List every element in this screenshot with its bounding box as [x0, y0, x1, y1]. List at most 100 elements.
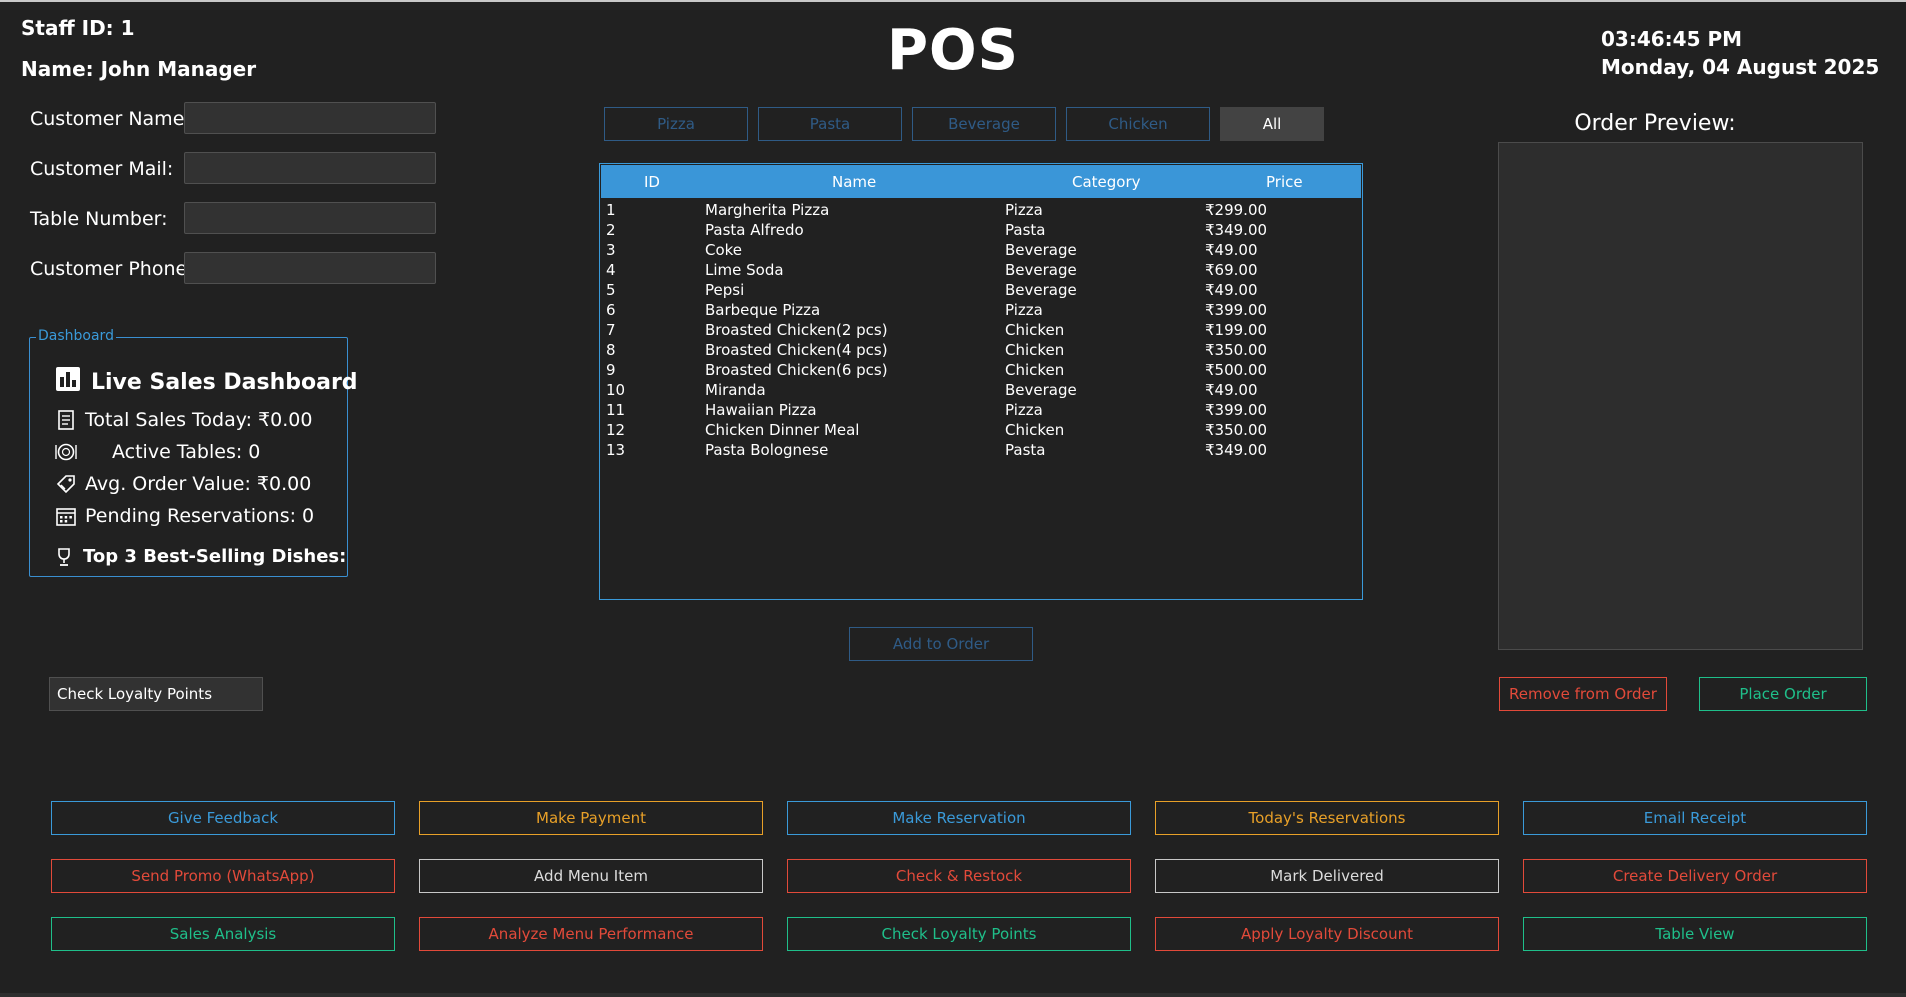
- table-number-input[interactable]: [184, 202, 436, 234]
- make-payment-button[interactable]: Make Payment: [419, 801, 763, 835]
- table-row[interactable]: 5 Pepsi Beverage ₹49.00: [600, 280, 1360, 300]
- check-loyalty-points-button[interactable]: Check Loyalty Points: [787, 917, 1131, 951]
- todays-reservations-button[interactable]: Today's Reservations: [1155, 801, 1499, 835]
- send-promo-button[interactable]: Send Promo (WhatsApp): [51, 859, 395, 893]
- cell-id: 9: [606, 361, 616, 379]
- place-order-button[interactable]: Place Order: [1699, 677, 1867, 711]
- calendar-icon: [55, 505, 77, 527]
- table-view-button[interactable]: Table View: [1523, 917, 1867, 951]
- category-beverage-button[interactable]: Beverage: [912, 107, 1056, 141]
- cell-category: Pasta: [1005, 441, 1046, 459]
- column-header-price[interactable]: Price: [1266, 173, 1303, 191]
- check-loyalty-points-small-button[interactable]: Check Loyalty Points: [49, 677, 263, 711]
- total-sales-text: Total Sales Today: ₹0.00: [85, 409, 313, 431]
- email-receipt-button[interactable]: Email Receipt: [1523, 801, 1867, 835]
- cell-id: 3: [606, 241, 616, 259]
- apply-loyalty-discount-button[interactable]: Apply Loyalty Discount: [1155, 917, 1499, 951]
- active-tables-text: Active Tables: 0: [112, 441, 261, 463]
- avg-order-text: Avg. Order Value: ₹0.00: [85, 473, 312, 495]
- analyze-menu-performance-button[interactable]: Analyze Menu Performance: [419, 917, 763, 951]
- cell-price: ₹399.00: [1205, 401, 1268, 419]
- tag-icon: [55, 473, 77, 495]
- customer-phone-input[interactable]: [184, 252, 436, 284]
- order-preview-list[interactable]: [1498, 142, 1863, 650]
- menu-table[interactable]: ID Name Category Price 1 Margherita Pizza…: [599, 163, 1363, 600]
- bar-chart-icon: [55, 366, 81, 398]
- cell-id: 12: [606, 421, 626, 439]
- table-row[interactable]: 4 Lime Soda Beverage ₹69.00: [600, 260, 1360, 280]
- category-pasta-button[interactable]: Pasta: [758, 107, 902, 141]
- cell-name: Miranda: [705, 381, 766, 399]
- cell-price: ₹349.00: [1205, 441, 1268, 459]
- category-chicken-button[interactable]: Chicken: [1066, 107, 1210, 141]
- pending-reservations-text: Pending Reservations: 0: [85, 505, 315, 527]
- sales-analysis-button[interactable]: Sales Analysis: [51, 917, 395, 951]
- cell-price: ₹49.00: [1205, 381, 1258, 399]
- column-header-name[interactable]: Name: [832, 173, 876, 191]
- menu-table-header: ID Name Category Price: [601, 165, 1361, 198]
- add-to-order-button[interactable]: Add to Order: [849, 627, 1033, 661]
- table-row[interactable]: 2 Pasta Alfredo Pasta ₹349.00: [600, 220, 1360, 240]
- top-dishes-text: Top 3 Best-Selling Dishes:: [83, 546, 347, 567]
- clock-date: Monday, 04 August 2025: [1601, 55, 1880, 79]
- category-all-button[interactable]: All: [1220, 107, 1324, 141]
- table-row[interactable]: 12 Chicken Dinner Meal Chicken ₹350.00: [600, 420, 1360, 440]
- cell-id: 8: [606, 341, 616, 359]
- table-row[interactable]: 10 Miranda Beverage ₹49.00: [600, 380, 1360, 400]
- window-bottom-border: [0, 993, 1906, 997]
- active-tables-row: Active Tables: 0: [55, 441, 260, 463]
- customer-name-input[interactable]: [184, 102, 436, 134]
- cell-price: ₹49.00: [1205, 241, 1258, 259]
- check-restock-button[interactable]: Check & Restock: [787, 859, 1131, 893]
- cell-price: ₹399.00: [1205, 301, 1268, 319]
- cell-id: 2: [606, 221, 616, 239]
- dashboard-heading: Live Sales Dashboard: [55, 366, 358, 398]
- cell-category: Beverage: [1005, 261, 1077, 279]
- dashboard-legend: Dashboard: [36, 328, 116, 344]
- cell-id: 10: [606, 381, 626, 399]
- table-row[interactable]: 6 Barbeque Pizza Pizza ₹399.00: [600, 300, 1360, 320]
- table-row[interactable]: 9 Broasted Chicken(6 pcs) Chicken ₹500.00: [600, 360, 1360, 380]
- plate-icon: [55, 441, 77, 463]
- customer-mail-input[interactable]: [184, 152, 436, 184]
- make-reservation-button[interactable]: Make Reservation: [787, 801, 1131, 835]
- column-header-category[interactable]: Category: [1072, 173, 1141, 191]
- cell-category: Beverage: [1005, 381, 1077, 399]
- mark-delivered-button[interactable]: Mark Delivered: [1155, 859, 1499, 893]
- remove-from-order-button[interactable]: Remove from Order: [1499, 677, 1667, 711]
- cell-price: ₹199.00: [1205, 321, 1268, 339]
- cell-id: 11: [606, 401, 626, 419]
- give-feedback-button[interactable]: Give Feedback: [51, 801, 395, 835]
- table-row[interactable]: 13 Pasta Bolognese Pasta ₹349.00: [600, 440, 1360, 460]
- cell-price: ₹500.00: [1205, 361, 1268, 379]
- cell-name: Pasta Bolognese: [705, 441, 829, 459]
- cell-name: Barbeque Pizza: [705, 301, 821, 319]
- receipt-icon: [55, 409, 77, 431]
- total-sales-row: Total Sales Today: ₹0.00: [55, 409, 312, 431]
- cell-category: Chicken: [1005, 341, 1065, 359]
- cell-category: Chicken: [1005, 361, 1065, 379]
- cell-name: Broasted Chicken(4 pcs): [705, 341, 888, 359]
- pending-reservations-row: Pending Reservations: 0: [55, 505, 314, 527]
- table-row[interactable]: 8 Broasted Chicken(4 pcs) Chicken ₹350.00: [600, 340, 1360, 360]
- cell-category: Beverage: [1005, 281, 1077, 299]
- top-dishes-row: Top 3 Best-Selling Dishes:: [55, 546, 346, 567]
- cell-category: Chicken: [1005, 421, 1065, 439]
- cell-id: 5: [606, 281, 616, 299]
- trophy-icon: [55, 547, 77, 567]
- table-row[interactable]: 11 Hawaiian Pizza Pizza ₹399.00: [600, 400, 1360, 420]
- table-row[interactable]: 1 Margherita Pizza Pizza ₹299.00: [600, 200, 1360, 220]
- table-row[interactable]: 7 Broasted Chicken(2 pcs) Chicken ₹199.00: [600, 320, 1360, 340]
- cell-price: ₹49.00: [1205, 281, 1258, 299]
- cell-price: ₹299.00: [1205, 201, 1268, 219]
- column-header-id[interactable]: ID: [644, 173, 660, 191]
- cell-name: Pasta Alfredo: [705, 221, 804, 239]
- table-row[interactable]: 3 Coke Beverage ₹49.00: [600, 240, 1360, 260]
- customer-phone-label: Customer Phone:: [30, 258, 194, 280]
- create-delivery-order-button[interactable]: Create Delivery Order: [1523, 859, 1867, 893]
- dashboard-heading-text: Live Sales Dashboard: [91, 369, 358, 395]
- order-preview-title: Order Preview:: [1574, 111, 1736, 136]
- category-pizza-button[interactable]: Pizza: [604, 107, 748, 141]
- add-menu-item-button[interactable]: Add Menu Item: [419, 859, 763, 893]
- avg-order-row: Avg. Order Value: ₹0.00: [55, 473, 311, 495]
